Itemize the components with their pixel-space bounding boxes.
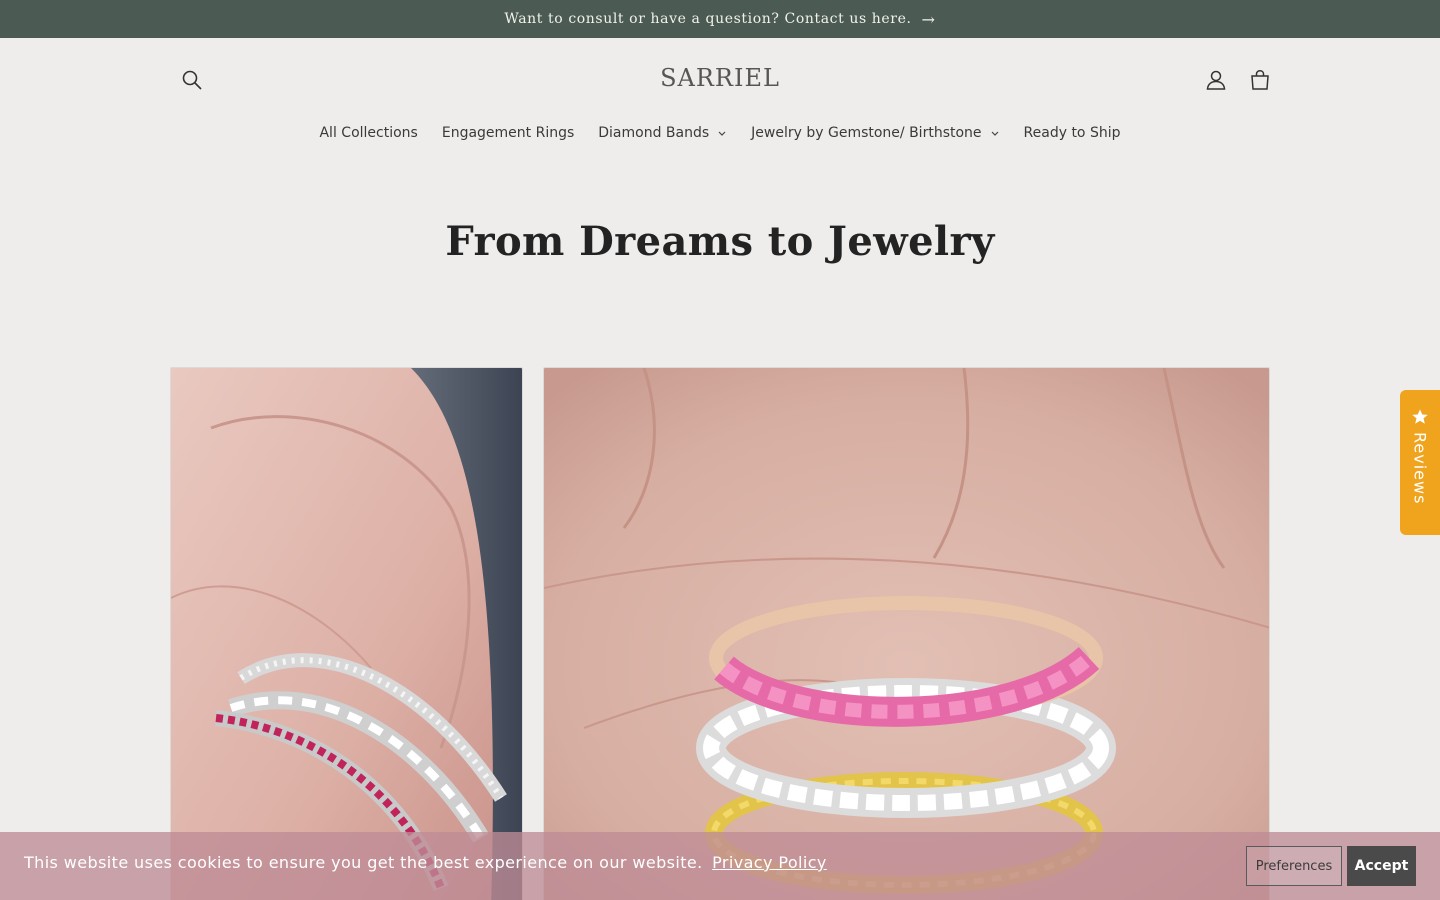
arrow-right-icon[interactable]: → [922, 10, 936, 29]
nav-jewelry-by-gemstone[interactable]: Jewelry by Gemstone/ Birthstone [751, 120, 999, 146]
main-nav: All Collections Engagement Rings Diamond… [0, 120, 1440, 146]
nav-label: Jewelry by Gemstone/ Birthstone [751, 125, 982, 141]
reviews-tab[interactable]: Reviews [1400, 390, 1440, 535]
nav-diamond-bands[interactable]: Diamond Bands [598, 120, 727, 146]
account-icon[interactable] [1196, 60, 1236, 100]
chevron-down-icon [991, 131, 998, 136]
reviews-label: Reviews [1410, 432, 1430, 505]
nav-label: Ready to Ship [1023, 125, 1121, 141]
cart-icon[interactable] [1240, 60, 1280, 100]
nav-label: All Collections [319, 125, 418, 141]
cookie-message: This website uses cookies to ensure you … [24, 853, 827, 872]
collection-image-eternity-bands[interactable] [543, 367, 1270, 900]
privacy-policy-link[interactable]: Privacy Policy [712, 853, 827, 872]
accept-button[interactable]: Accept [1347, 846, 1416, 886]
nav-label: Diamond Bands [598, 125, 710, 141]
star-icon [1412, 409, 1428, 424]
nav-label: Engagement Rings [441, 125, 575, 141]
nav-all-collections[interactable]: All Collections [319, 120, 417, 146]
collection-image-stacked-bands[interactable] [170, 367, 523, 900]
cookie-banner: This website uses cookies to ensure you … [0, 832, 1440, 900]
cookie-message-text: This website uses cookies to ensure you … [24, 853, 703, 872]
nav-ready-to-ship[interactable]: Ready to Ship [1024, 120, 1121, 146]
announcement-bar[interactable]: Want to consult or have a question? Cont… [0, 0, 1440, 38]
announcement-text[interactable]: Want to consult or have a question? Cont… [504, 11, 911, 27]
site-header: SARRIEL [0, 38, 1440, 122]
preferences-button[interactable]: Preferences [1246, 846, 1342, 886]
nav-engagement-rings[interactable]: Engagement Rings [442, 120, 574, 146]
chevron-down-icon [718, 131, 726, 136]
page-title: From Dreams to Jewelry [445, 218, 995, 265]
